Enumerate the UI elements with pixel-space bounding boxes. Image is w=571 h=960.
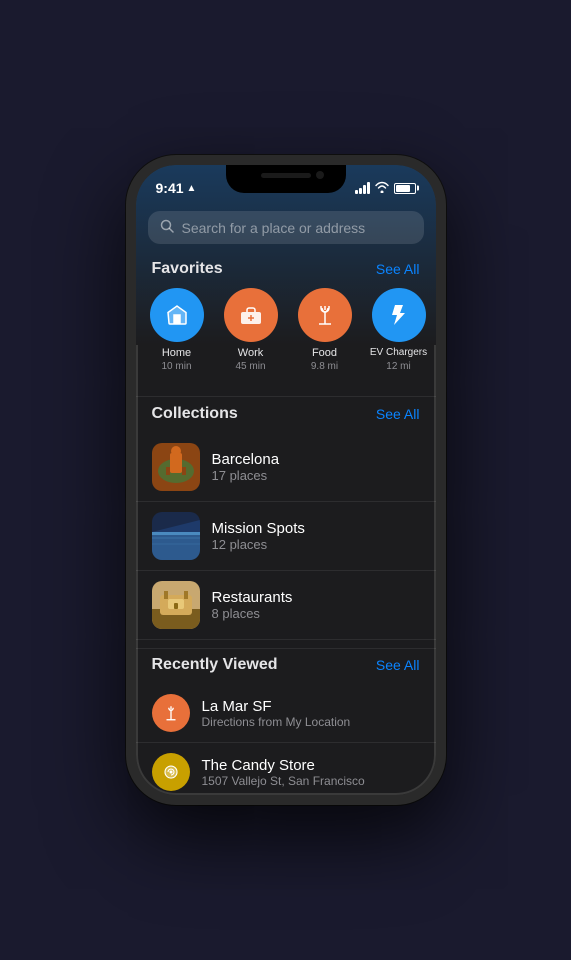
favorites-see-all[interactable]: See All: [376, 261, 420, 277]
mission-thumbnail: [152, 512, 200, 560]
restaurants-thumbnail: [152, 581, 200, 629]
recent-lamar[interactable]: La Mar SF Directions from My Location: [136, 684, 436, 743]
collection-restaurants[interactable]: Restaurants 8 places: [136, 571, 436, 640]
barcelona-info: Barcelona 17 places: [212, 451, 420, 483]
food-icon: [298, 288, 352, 342]
barcelona-thumbnail: [152, 443, 200, 491]
search-icon: [160, 219, 174, 236]
lamar-name: La Mar SF: [202, 698, 420, 715]
barcelona-count: 17 places: [212, 468, 420, 483]
mission-name: Mission Spots: [212, 520, 420, 537]
favorites-title: Favorites: [152, 260, 223, 278]
favorite-ev[interactable]: EV Chargers 12 mi: [370, 288, 428, 372]
mission-info: Mission Spots 12 places: [212, 520, 420, 552]
home-sub: 10 min: [161, 361, 191, 372]
favorite-work[interactable]: Work 45 min: [222, 288, 280, 372]
collections-header: Collections See All: [136, 405, 436, 433]
collections-section: Collections See All: [136, 405, 436, 640]
candy-sub: 1507 Vallejo St, San Francisco: [202, 774, 420, 788]
phone-frame: 9:41 ▲: [126, 155, 446, 805]
recent-header: Recently Viewed See All: [136, 656, 436, 684]
main-content[interactable]: Search for a place or address Favorites …: [136, 203, 436, 795]
divider-1: [136, 396, 436, 397]
collections-title: Collections: [152, 405, 238, 423]
work-icon: [224, 288, 278, 342]
collections-see-all[interactable]: See All: [376, 406, 420, 422]
wifi-icon: [375, 181, 389, 196]
collection-mission[interactable]: Mission Spots 12 places: [136, 502, 436, 571]
recent-title: Recently Viewed: [152, 656, 278, 674]
restaurants-count: 8 places: [212, 606, 420, 621]
work-label: Work: [238, 347, 263, 359]
candy-name: The Candy Store: [202, 757, 420, 774]
signal-icon: [355, 182, 370, 194]
favorite-food[interactable]: Food 9.8 mi: [296, 288, 354, 372]
candy-info: The Candy Store 1507 Vallejo St, San Fra…: [202, 757, 420, 788]
ev-icon: [372, 288, 426, 342]
status-time: 9:41 ▲: [156, 180, 197, 196]
ev-label: EV Chargers: [370, 347, 427, 359]
lamar-info: La Mar SF Directions from My Location: [202, 698, 420, 729]
barcelona-name: Barcelona: [212, 451, 420, 468]
search-bar[interactable]: Search for a place or address: [148, 211, 424, 244]
recent-candy[interactable]: The Candy Store 1507 Vallejo St, San Fra…: [136, 743, 436, 795]
battery-icon: [394, 183, 416, 194]
location-arrow-icon: ▲: [187, 183, 197, 194]
collection-barcelona[interactable]: Barcelona 17 places: [136, 433, 436, 502]
food-label: Food: [312, 347, 337, 359]
lamar-sub: Directions from My Location: [202, 715, 420, 729]
mission-count: 12 places: [212, 537, 420, 552]
search-placeholder: Search for a place or address: [182, 220, 366, 236]
food-sub: 9.8 mi: [311, 361, 338, 372]
lamar-icon: [152, 694, 190, 732]
restaurants-name: Restaurants: [212, 589, 420, 606]
ev-sub: 12 mi: [386, 361, 410, 372]
favorites-list: Home 10 min Work 45 min: [136, 288, 436, 388]
speaker: [261, 173, 311, 178]
favorites-header: Favorites See All: [136, 260, 436, 288]
notch: [226, 165, 346, 193]
favorite-home[interactable]: Home 10 min: [148, 288, 206, 372]
candy-icon: [152, 753, 190, 791]
status-icons: [355, 181, 416, 196]
camera: [316, 171, 324, 179]
work-sub: 45 min: [235, 361, 265, 372]
home-icon: [150, 288, 204, 342]
recent-see-all[interactable]: See All: [376, 657, 420, 673]
restaurants-info: Restaurants 8 places: [212, 589, 420, 621]
home-label: Home: [162, 347, 191, 359]
divider-2: [136, 648, 436, 649]
